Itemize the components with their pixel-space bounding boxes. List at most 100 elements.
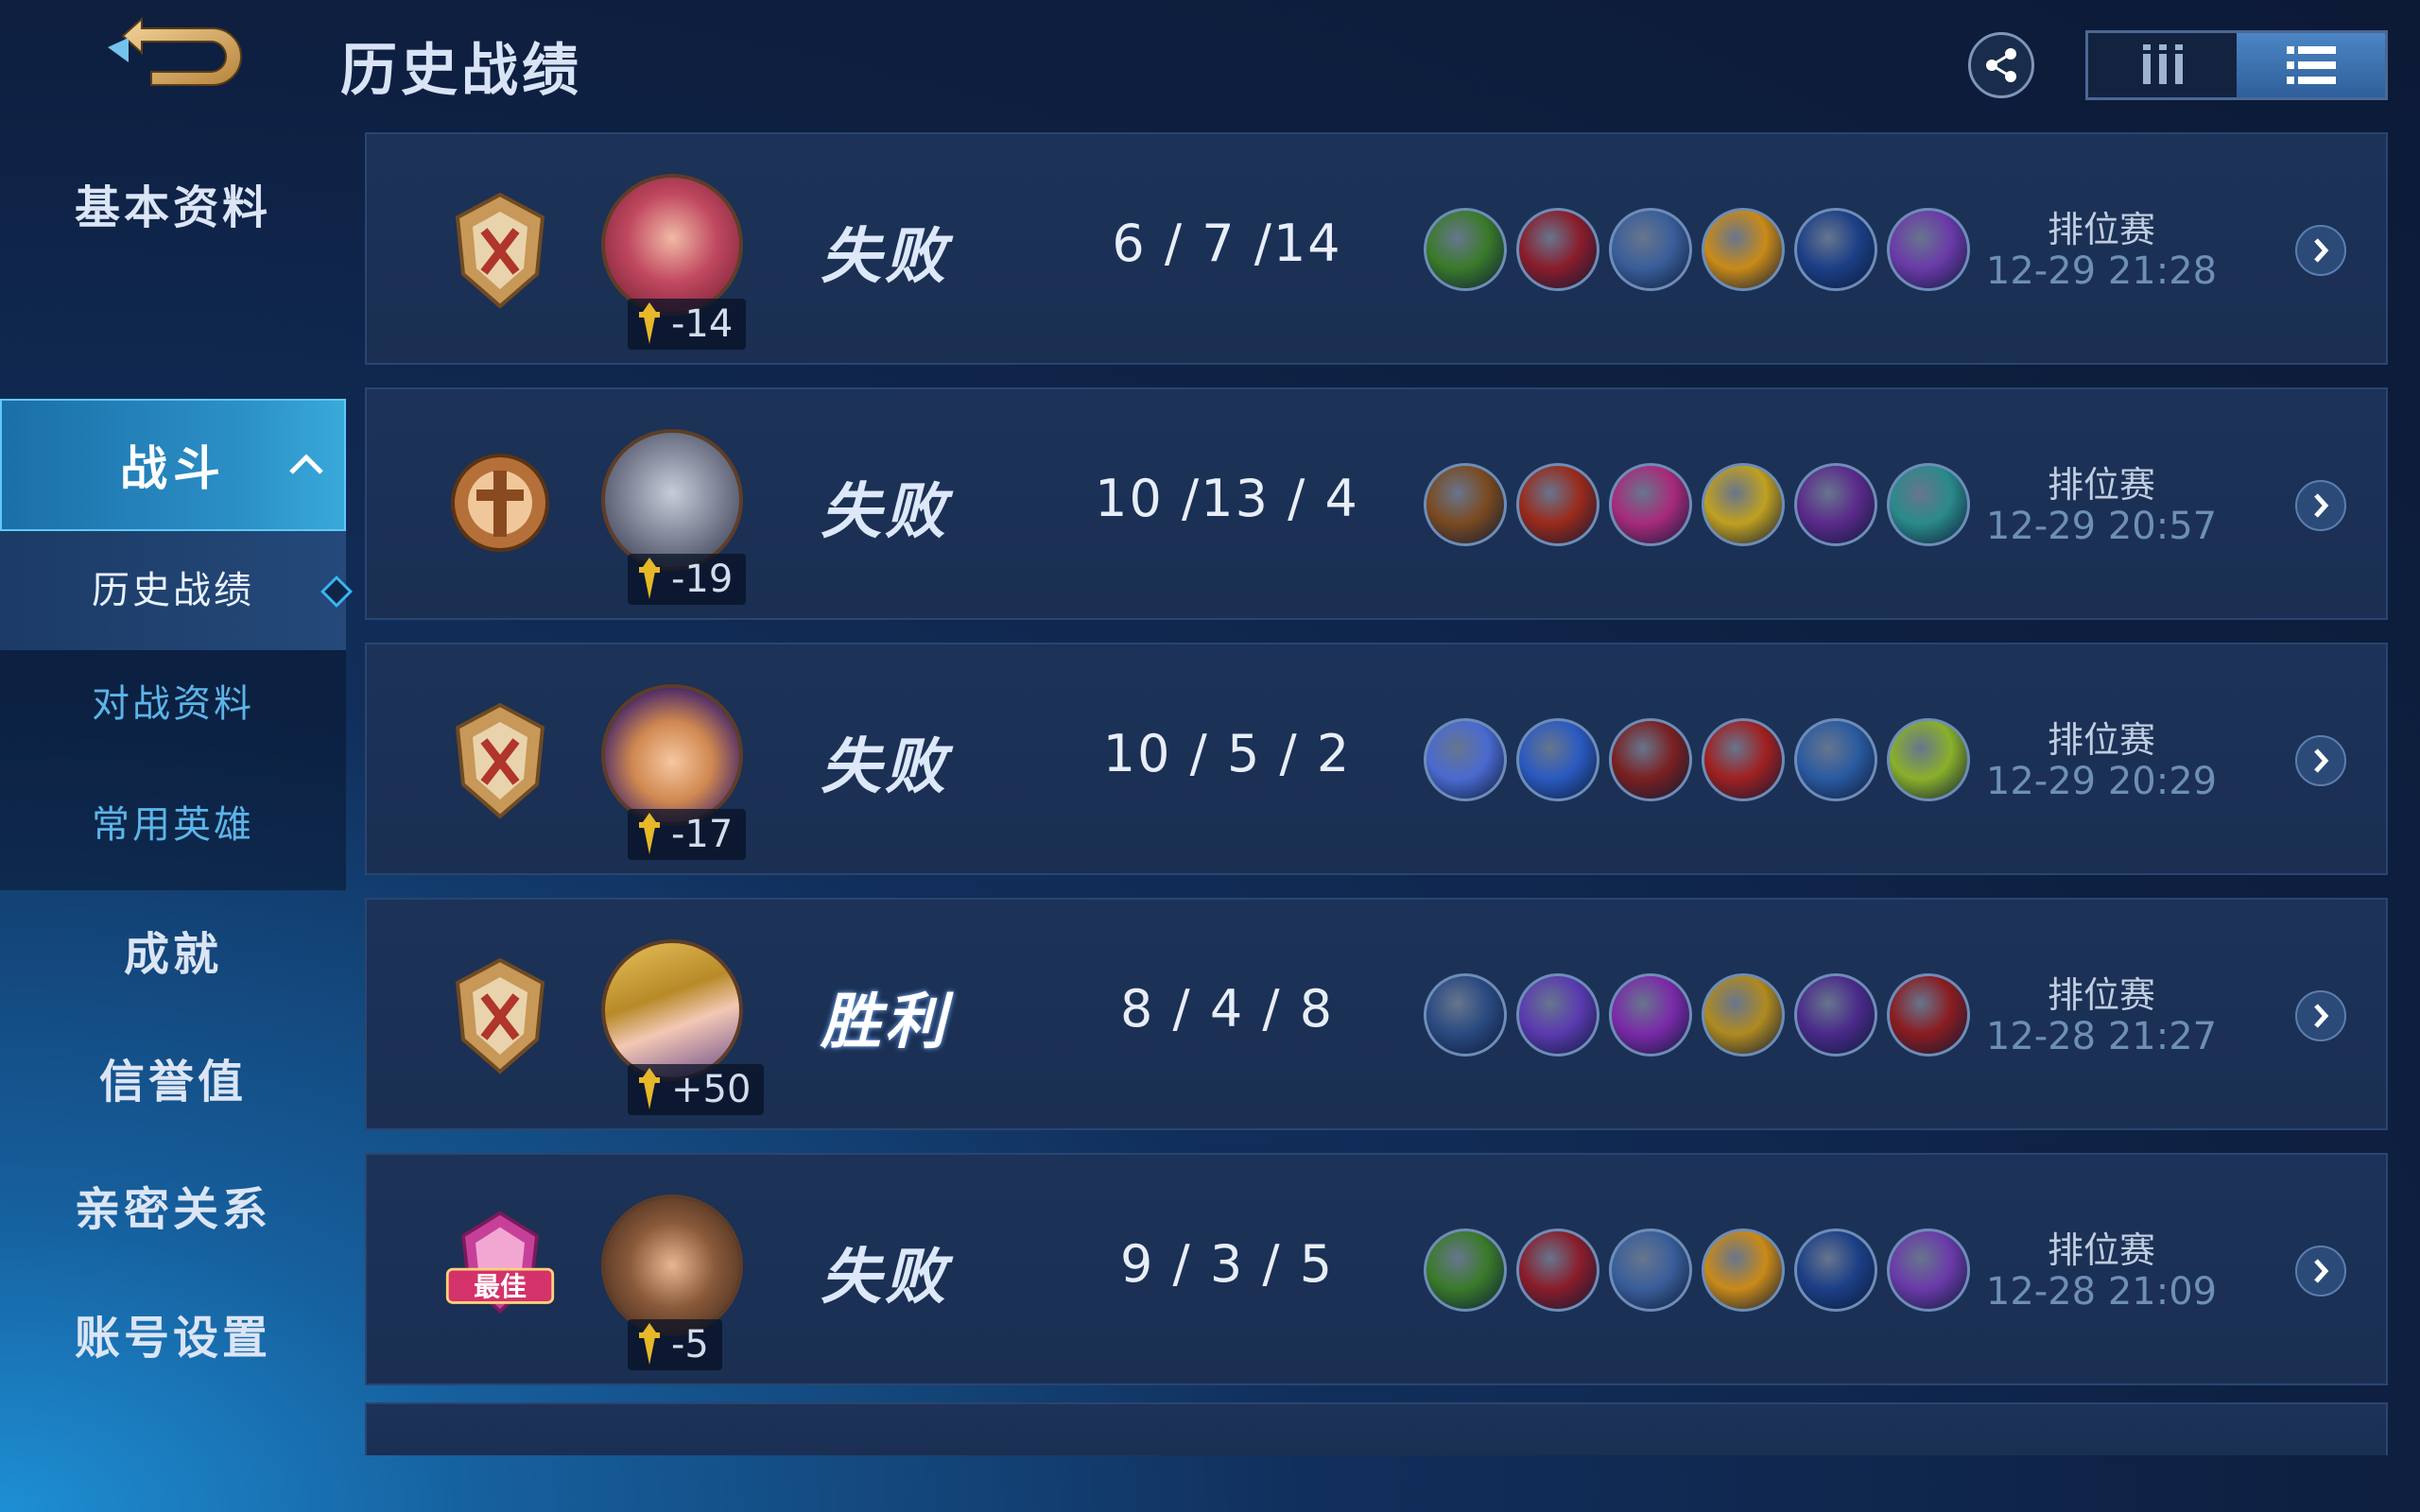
kda: 9 / 3 / 5 xyxy=(1119,1234,1335,1294)
magic-boots-item-icon[interactable] xyxy=(1424,973,1507,1057)
match-result: 失败 xyxy=(821,1243,949,1313)
grid-view-button[interactable] xyxy=(2088,33,2237,97)
blue-staff-item-icon[interactable] xyxy=(1794,718,1877,801)
match-result: 失败 xyxy=(821,222,949,292)
moon-blade-item-icon[interactable] xyxy=(1794,208,1877,291)
purple-spear-item-icon[interactable] xyxy=(1887,208,1970,291)
score-change: +50 xyxy=(628,1064,765,1115)
axe-item-icon[interactable] xyxy=(1609,208,1692,291)
sidebar-item-intimacy[interactable]: 亲密关系 xyxy=(0,1172,346,1238)
match-time: 12-29 20:29 xyxy=(1985,760,2218,803)
rank-badge-shield-icon xyxy=(451,454,549,552)
submenu-item-common-heroes[interactable]: 常用英雄 xyxy=(0,794,346,849)
wand-item-icon[interactable] xyxy=(1702,973,1785,1057)
trident-item-icon[interactable] xyxy=(1516,1228,1599,1312)
item-list xyxy=(1424,1228,1970,1312)
chevron-right-icon xyxy=(2314,238,2329,263)
trident-item-icon[interactable] xyxy=(1609,718,1692,801)
match-time: 12-28 21:27 xyxy=(1985,1015,2218,1058)
lightning-orb-item-icon[interactable] xyxy=(1702,718,1785,801)
match-row[interactable]: 最佳 -5 失败 9 / 3 / 5 排位赛 12-28 21:09 xyxy=(365,1153,2388,1385)
game-mode: 排位赛 xyxy=(2047,719,2155,761)
detail-button[interactable] xyxy=(2295,735,2346,786)
game-mode: 排位赛 xyxy=(2047,464,2155,506)
game-mode: 排位赛 xyxy=(2047,209,2155,250)
share-button[interactable] xyxy=(1968,32,2034,98)
score-change: -19 xyxy=(628,554,747,605)
boots-item-icon[interactable] xyxy=(1424,463,1507,546)
game-mode: 排位赛 xyxy=(2047,1229,2155,1271)
red-hood-item-icon[interactable] xyxy=(1887,718,1970,801)
detail-button[interactable] xyxy=(2295,480,2346,531)
page-title: 历史战绩 xyxy=(340,38,582,104)
sidebar-item-credit[interactable]: 信誉值 xyxy=(0,1044,346,1110)
detail-button[interactable] xyxy=(2295,990,2346,1041)
list-view-icon xyxy=(2286,46,2336,84)
item-list xyxy=(1424,973,1970,1057)
wing-item-icon[interactable] xyxy=(1702,463,1785,546)
claw-item-icon[interactable] xyxy=(1516,208,1599,291)
match-result: 失败 xyxy=(821,732,949,802)
match-row[interactable]: -19 失败 10 /13 / 4 排位赛 12-29 20:57 xyxy=(365,387,2388,620)
mvp-badge-icon: 最佳 xyxy=(445,1211,555,1314)
grid-view-icon xyxy=(2142,44,2183,84)
trident-gold-item-icon[interactable] xyxy=(1609,973,1692,1057)
red-spear-item-icon[interactable] xyxy=(1609,1228,1692,1312)
list-view-button[interactable] xyxy=(2237,33,2385,97)
green-bow-item-icon[interactable] xyxy=(1794,1228,1877,1312)
detail-button[interactable] xyxy=(2295,1246,2346,1297)
sidebar-item-battle[interactable]: 战斗 xyxy=(0,399,346,531)
red-book-item-icon[interactable] xyxy=(1887,973,1970,1057)
chevron-right-icon xyxy=(2314,748,2329,773)
match-row[interactable]: -14 失败 6 / 7 /14 排位赛 12-29 21:28 xyxy=(365,132,2388,365)
sidebar-item-achievements[interactable]: 成就 xyxy=(0,917,346,983)
score-value: +50 xyxy=(671,1068,752,1111)
match-row[interactable]: -17 失败 10 / 5 / 2 排位赛 12-29 20:29 xyxy=(365,643,2388,875)
chevron-right-icon xyxy=(2314,1004,2329,1028)
medal-icon xyxy=(639,1068,660,1109)
detail-button[interactable] xyxy=(2295,225,2346,276)
gun-item-icon[interactable] xyxy=(1516,463,1599,546)
kda: 10 / 5 / 2 xyxy=(1102,724,1352,783)
selected-diamond-icon xyxy=(320,576,353,608)
sidebar-item-account-settings[interactable]: 账号设置 xyxy=(0,1300,346,1366)
mask-item-icon[interactable] xyxy=(1516,973,1599,1057)
medal-icon xyxy=(639,302,660,344)
match-time: 12-29 21:28 xyxy=(1985,249,2218,293)
view-toggle xyxy=(2085,30,2388,100)
sidebar-item-basic-info[interactable]: 基本资料 xyxy=(0,170,346,236)
submenu-item-battle-data[interactable]: 对战资料 xyxy=(0,673,346,728)
medal-icon xyxy=(639,813,660,854)
gold-blade-item-icon[interactable] xyxy=(1702,208,1785,291)
boots-item-icon[interactable] xyxy=(1424,208,1507,291)
game-mode: 排位赛 xyxy=(2047,974,2155,1016)
match-row[interactable]: +50 胜利 8 / 4 / 8 排位赛 12-28 21:27 xyxy=(365,898,2388,1130)
match-result: 胜利 xyxy=(821,988,949,1057)
kda: 6 / 7 /14 xyxy=(1112,214,1342,273)
kda: 10 /13 / 4 xyxy=(1095,469,1359,528)
magic-boots-item-icon[interactable] xyxy=(1424,718,1507,801)
rank-badge-x-icon xyxy=(455,702,545,819)
mvp-label: 最佳 xyxy=(474,1271,527,1302)
armor-item-icon[interactable] xyxy=(1609,463,1692,546)
battle-submenu: 历史战绩 对战资料 常用英雄 xyxy=(0,531,353,890)
match-time: 12-29 20:57 xyxy=(1985,505,2218,548)
score-change: -5 xyxy=(628,1319,722,1370)
helmet-item-icon[interactable] xyxy=(1887,463,1970,546)
item-list xyxy=(1424,718,1970,801)
medal-icon xyxy=(639,558,660,599)
blue-sword-item-icon[interactable] xyxy=(1887,1228,1970,1312)
rank-badge-x-icon xyxy=(455,192,545,309)
score-value: -19 xyxy=(671,558,734,601)
gauntlet-item-icon[interactable] xyxy=(1424,1228,1507,1312)
back-button[interactable] xyxy=(85,9,255,104)
rank-badge-x-icon xyxy=(455,957,545,1074)
orb-item-icon[interactable] xyxy=(1516,718,1599,801)
blue-staff-item-icon[interactable] xyxy=(1794,973,1877,1057)
score-change: -17 xyxy=(628,809,747,860)
medal-icon xyxy=(639,1323,660,1365)
score-value: -14 xyxy=(671,302,734,346)
moon-blade-item-icon[interactable] xyxy=(1702,1228,1785,1312)
submenu-item-match-history[interactable]: 历史战绩 xyxy=(0,531,353,650)
golden-staff-item-icon[interactable] xyxy=(1794,463,1877,546)
